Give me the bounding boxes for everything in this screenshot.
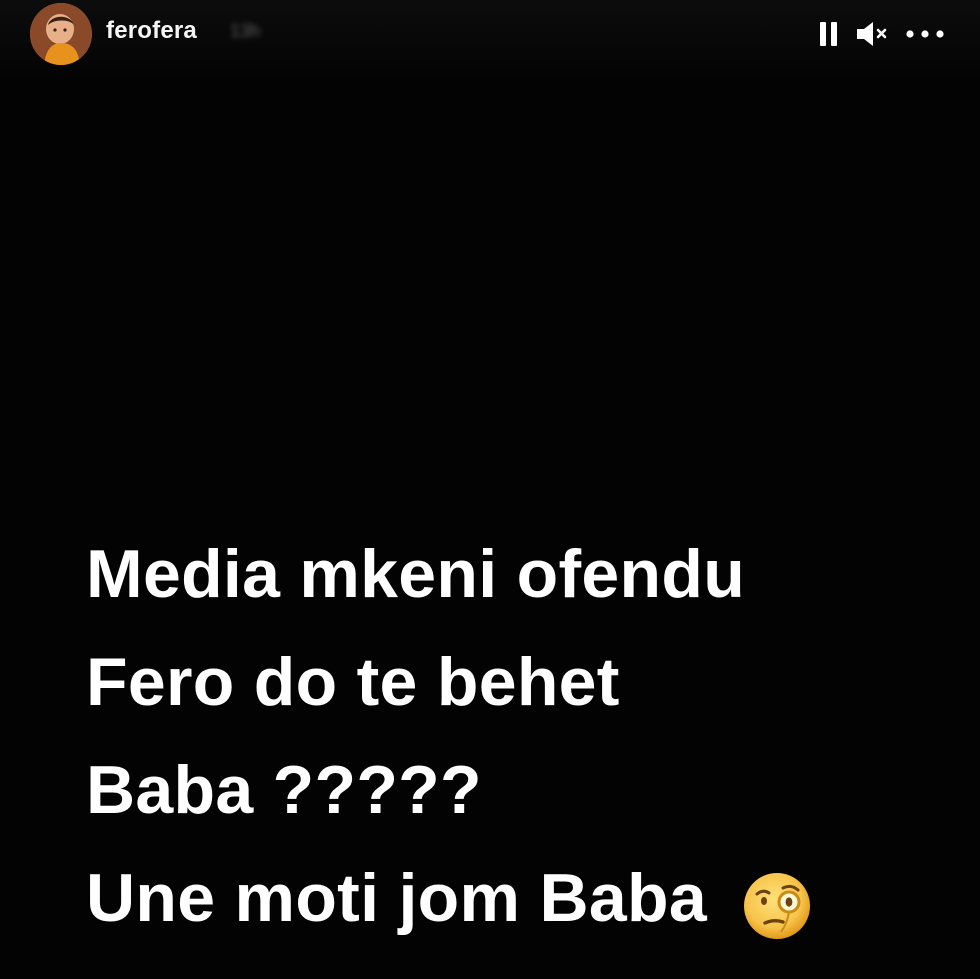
pause-icon — [820, 22, 837, 46]
message-line-4-row: Une moti jom Baba — [86, 844, 966, 952]
message-line-2: Fero do te behet — [86, 644, 620, 720]
avatar-image — [30, 3, 92, 65]
more-options-icon — [906, 30, 944, 38]
avatar[interactable] — [30, 3, 92, 65]
message-line-4: Une moti jom Baba — [86, 860, 707, 936]
message-line-1: Media mkeni ofendu — [86, 536, 746, 612]
story-text: Media mkeni ofendu Fero do te behet Baba… — [86, 520, 966, 952]
story-controls — [818, 14, 946, 54]
message-line-3: Baba ????? — [86, 752, 482, 828]
volume-muted-icon — [857, 22, 887, 46]
story-viewer: ferofera 13h Media mkeni ofendu Fero do … — [0, 0, 980, 979]
more-options-button[interactable] — [904, 28, 946, 40]
story-header: ferofera 13h — [0, 0, 980, 80]
face-with-monocle-emoji-icon — [741, 865, 813, 939]
username[interactable]: ferofera — [106, 17, 197, 45]
mute-button[interactable] — [854, 19, 890, 49]
pause-button[interactable] — [818, 19, 840, 49]
story-timestamp: 13h — [230, 21, 261, 41]
